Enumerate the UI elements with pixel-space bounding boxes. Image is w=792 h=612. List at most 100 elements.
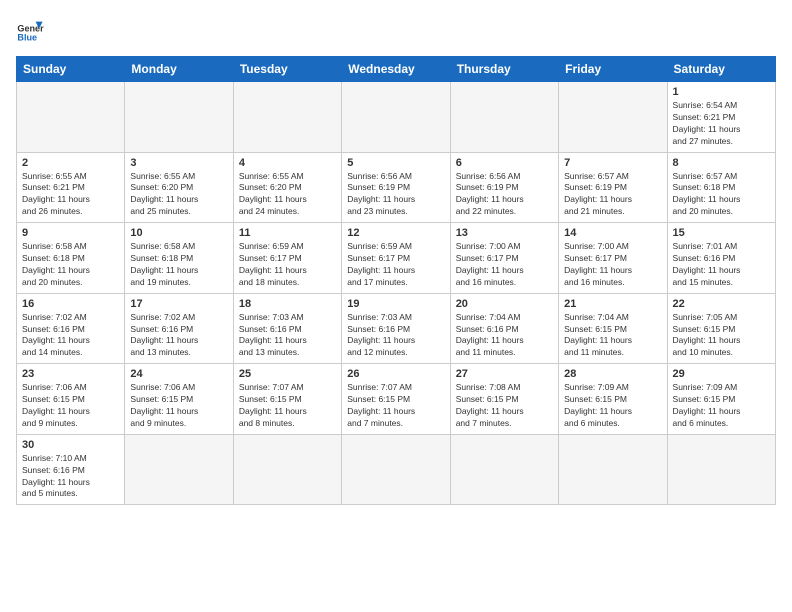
day-number: 10 [130,227,227,239]
day-info: Sunrise: 7:10 AM Sunset: 6:16 PM Dayligh… [22,453,119,501]
calendar-cell: 1Sunrise: 6:54 AM Sunset: 6:21 PM Daylig… [667,82,775,153]
day-number: 24 [130,368,227,380]
calendar-cell: 10 Sunrise: 6:58 AM Sunset: 6:18 PM Dayli… [125,223,233,294]
day-number: 18 [239,298,336,310]
calendar-cell: 21 Sunrise: 7:04 AM Sunset: 6:15 PM Dayli… [559,293,667,364]
calendar-week-row: 16 Sunrise: 7:02 AM Sunset: 6:16 PM Dayli… [17,293,776,364]
day-number: 4 [239,157,336,169]
day-info: Sunrise: 7:02 AM Sunset: 6:16 PM Dayligh… [130,312,227,360]
calendar-table: SundayMondayTuesdayWednesdayThursdayFrid… [16,56,776,505]
calendar-cell: 28 Sunrise: 7:09 AM Sunset: 6:15 PM Dayli… [559,364,667,435]
calendar-cell: 4 Sunrise: 6:55 AM Sunset: 6:20 PM Daylig… [233,152,341,223]
day-info: Sunrise: 6:56 AM Sunset: 6:19 PM Dayligh… [347,171,444,219]
column-header-saturday: Saturday [667,57,775,82]
day-info: Sunrise: 7:05 AM Sunset: 6:15 PM Dayligh… [673,312,770,360]
day-number: 22 [673,298,770,310]
column-header-tuesday: Tuesday [233,57,341,82]
day-info: Sunrise: 6:55 AM Sunset: 6:20 PM Dayligh… [239,171,336,219]
day-number: 14 [564,227,661,239]
calendar-cell [450,434,558,505]
calendar-cell: 19 Sunrise: 7:03 AM Sunset: 6:16 PM Dayli… [342,293,450,364]
calendar-cell: 14Sunrise: 7:00 AM Sunset: 6:17 PM Dayli… [559,223,667,294]
day-info: Sunrise: 7:08 AM Sunset: 6:15 PM Dayligh… [456,382,553,430]
day-info: Sunrise: 7:03 AM Sunset: 6:16 PM Dayligh… [239,312,336,360]
day-info: Sunrise: 6:59 AM Sunset: 6:17 PM Dayligh… [239,241,336,289]
day-info: Sunrise: 6:59 AM Sunset: 6:17 PM Dayligh… [347,241,444,289]
calendar-cell: 12 Sunrise: 6:59 AM Sunset: 6:17 PM Dayli… [342,223,450,294]
day-info: Sunrise: 7:07 AM Sunset: 6:15 PM Dayligh… [347,382,444,430]
day-info: Sunrise: 7:09 AM Sunset: 6:15 PM Dayligh… [673,382,770,430]
column-header-thursday: Thursday [450,57,558,82]
day-number: 30 [22,439,119,451]
calendar-cell: 27 Sunrise: 7:08 AM Sunset: 6:15 PM Dayli… [450,364,558,435]
day-info: Sunrise: 7:03 AM Sunset: 6:16 PM Dayligh… [347,312,444,360]
calendar-cell: 3Sunrise: 6:55 AM Sunset: 6:20 PM Daylig… [125,152,233,223]
calendar-cell [233,82,341,153]
calendar-cell [125,434,233,505]
day-info: Sunrise: 7:00 AM Sunset: 6:17 PM Dayligh… [456,241,553,289]
day-info: Sunrise: 6:55 AM Sunset: 6:21 PM Dayligh… [22,171,119,219]
calendar-cell [233,434,341,505]
calendar-cell: 23Sunrise: 7:06 AM Sunset: 6:15 PM Dayli… [17,364,125,435]
calendar-cell [125,82,233,153]
day-info: Sunrise: 6:58 AM Sunset: 6:18 PM Dayligh… [22,241,119,289]
day-number: 21 [564,298,661,310]
day-number: 19 [347,298,444,310]
calendar-cell: 6 Sunrise: 6:56 AM Sunset: 6:19 PM Daylig… [450,152,558,223]
day-info: Sunrise: 6:56 AM Sunset: 6:19 PM Dayligh… [456,171,553,219]
day-number: 26 [347,368,444,380]
day-info: Sunrise: 7:04 AM Sunset: 6:15 PM Dayligh… [564,312,661,360]
svg-text:Blue: Blue [17,33,37,43]
calendar-cell: 2 Sunrise: 6:55 AM Sunset: 6:21 PM Daylig… [17,152,125,223]
day-number: 9 [22,227,119,239]
calendar-cell: 5Sunrise: 6:56 AM Sunset: 6:19 PM Daylig… [342,152,450,223]
column-header-friday: Friday [559,57,667,82]
day-number: 16 [22,298,119,310]
calendar-cell [450,82,558,153]
column-header-monday: Monday [125,57,233,82]
day-number: 12 [347,227,444,239]
calendar-cell: 25 Sunrise: 7:07 AM Sunset: 6:15 PM Dayli… [233,364,341,435]
day-info: Sunrise: 7:09 AM Sunset: 6:15 PM Dayligh… [564,382,661,430]
day-info: Sunrise: 7:04 AM Sunset: 6:16 PM Dayligh… [456,312,553,360]
calendar-week-row: 1Sunrise: 6:54 AM Sunset: 6:21 PM Daylig… [17,82,776,153]
day-number: 2 [22,157,119,169]
logo-icon: General Blue [16,16,44,44]
calendar-header-row: SundayMondayTuesdayWednesdayThursdayFrid… [17,57,776,82]
calendar-cell [667,434,775,505]
day-info: Sunrise: 7:06 AM Sunset: 6:15 PM Dayligh… [130,382,227,430]
day-info: Sunrise: 6:55 AM Sunset: 6:20 PM Dayligh… [130,171,227,219]
calendar-cell [342,82,450,153]
day-number: 28 [564,368,661,380]
calendar-cell: 9 Sunrise: 6:58 AM Sunset: 6:18 PM Daylig… [17,223,125,294]
calendar-cell: 13 Sunrise: 7:00 AM Sunset: 6:17 PM Dayli… [450,223,558,294]
calendar-cell: 11 Sunrise: 6:59 AM Sunset: 6:17 PM Dayli… [233,223,341,294]
day-number: 6 [456,157,553,169]
calendar-cell: 29Sunrise: 7:09 AM Sunset: 6:15 PM Dayli… [667,364,775,435]
day-info: Sunrise: 7:02 AM Sunset: 6:16 PM Dayligh… [22,312,119,360]
day-number: 11 [239,227,336,239]
day-number: 27 [456,368,553,380]
day-number: 13 [456,227,553,239]
column-header-wednesday: Wednesday [342,57,450,82]
day-info: Sunrise: 7:01 AM Sunset: 6:16 PM Dayligh… [673,241,770,289]
calendar-cell: 22 Sunrise: 7:05 AM Sunset: 6:15 PM Dayli… [667,293,775,364]
column-header-sunday: Sunday [17,57,125,82]
calendar-cell: 26 Sunrise: 7:07 AM Sunset: 6:15 PM Dayli… [342,364,450,435]
calendar-cell: 16 Sunrise: 7:02 AM Sunset: 6:16 PM Dayli… [17,293,125,364]
calendar-cell [342,434,450,505]
page-header: General Blue [16,16,776,44]
day-info: Sunrise: 6:54 AM Sunset: 6:21 PM Dayligh… [673,100,770,148]
day-info: Sunrise: 6:58 AM Sunset: 6:18 PM Dayligh… [130,241,227,289]
day-info: Sunrise: 6:57 AM Sunset: 6:18 PM Dayligh… [673,171,770,219]
calendar-cell: 18 Sunrise: 7:03 AM Sunset: 6:16 PM Dayli… [233,293,341,364]
calendar-cell: 30 Sunrise: 7:10 AM Sunset: 6:16 PM Dayli… [17,434,125,505]
day-number: 15 [673,227,770,239]
calendar-cell: 8Sunrise: 6:57 AM Sunset: 6:18 PM Daylig… [667,152,775,223]
calendar-cell: 15 Sunrise: 7:01 AM Sunset: 6:16 PM Dayli… [667,223,775,294]
calendar-week-row: 23Sunrise: 7:06 AM Sunset: 6:15 PM Dayli… [17,364,776,435]
calendar-week-row: 30 Sunrise: 7:10 AM Sunset: 6:16 PM Dayli… [17,434,776,505]
day-number: 25 [239,368,336,380]
day-number: 7 [564,157,661,169]
day-info: Sunrise: 7:07 AM Sunset: 6:15 PM Dayligh… [239,382,336,430]
